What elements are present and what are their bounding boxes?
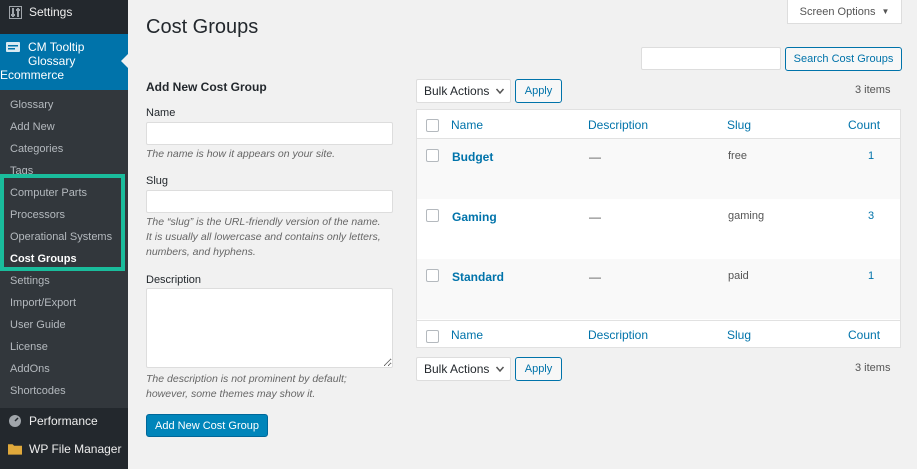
bulk-actions-value: Bulk Actions <box>424 362 490 376</box>
submenu-item-import-export[interactable]: Import/Export <box>10 297 76 309</box>
row-checkbox[interactable] <box>426 269 439 282</box>
sidebar-item-cm-tooltip-glossary[interactable]: CM Tooltip Glossary Ecommerce <box>0 34 128 90</box>
submenu-item-user-guide[interactable]: User Guide <box>10 319 66 331</box>
settings-sliders-icon <box>8 5 22 19</box>
chevron-down-icon <box>495 366 505 373</box>
name-field[interactable] <box>146 122 393 145</box>
folder-icon <box>8 442 22 456</box>
description-help-text: The description is not prominent by defa… <box>146 373 347 400</box>
name-label: Name <box>146 107 176 119</box>
bulk-actions-select-bottom[interactable]: Bulk Actions <box>416 357 511 381</box>
slug-field[interactable] <box>146 190 393 213</box>
submenu-item-addons[interactable]: AddOns <box>10 363 50 375</box>
caret-down-icon: ▼ <box>881 7 890 16</box>
row-count-link[interactable]: 1 <box>868 150 874 162</box>
select-all-checkbox-footer[interactable] <box>426 330 439 343</box>
row-description: — <box>589 150 601 164</box>
column-footer-count[interactable]: Count <box>848 328 880 342</box>
apply-button-bottom[interactable]: Apply <box>515 357 562 381</box>
sidebar-item-performance[interactable]: Performance <box>0 407 128 435</box>
sidebar-item-label: CM Tooltip Glossary <box>28 40 85 68</box>
sidebar-item-wp-file-manager[interactable]: WP File Manager <box>0 435 128 463</box>
row-slug: gaming <box>728 210 765 222</box>
table-row: Gaming — gaming 3 <box>417 199 900 259</box>
table-header: Name Description Slug Count <box>417 110 900 139</box>
items-count-bottom: 3 items <box>855 362 891 374</box>
column-header-description[interactable]: Description <box>588 118 648 132</box>
description-label: Description <box>146 274 202 286</box>
apply-button-top[interactable]: Apply <box>515 79 562 103</box>
slug-help-text: The “slug” is the URL-friendly version o… <box>146 216 381 258</box>
sidebar-item-label-line2: Ecommerce <box>0 68 65 82</box>
table-row: Budget — free 1 <box>417 139 900 199</box>
current-menu-arrow <box>121 54 128 68</box>
column-footer-description[interactable]: Description <box>588 328 648 342</box>
row-slug: paid <box>728 270 749 282</box>
row-count-link[interactable]: 1 <box>868 270 874 282</box>
search-cost-groups-button[interactable]: Search Cost Groups <box>785 47 902 71</box>
column-footer-slug[interactable]: Slug <box>727 328 751 342</box>
column-header-name[interactable]: Name <box>451 118 483 132</box>
name-help-text: The name is how it appears on your site. <box>146 148 336 160</box>
submenu-item-license[interactable]: License <box>10 341 48 353</box>
admin-sidebar: Settings CM Tooltip Glossary Ecommerce G… <box>0 0 128 469</box>
submenu-item-shortcodes[interactable]: Shortcodes <box>10 385 66 397</box>
select-all-checkbox[interactable] <box>426 119 439 132</box>
add-new-cost-group-button[interactable]: Add New Cost Group <box>146 414 268 437</box>
items-count-top: 3 items <box>855 84 891 96</box>
row-description: — <box>589 270 601 284</box>
bulk-actions-value: Bulk Actions <box>424 84 490 98</box>
sidebar-item-label: Performance <box>29 414 98 428</box>
plugin-menu-icon <box>6 41 20 52</box>
submenu-item-add-new[interactable]: Add New <box>10 121 55 133</box>
row-description: — <box>589 210 601 224</box>
bulk-actions-select-top[interactable]: Bulk Actions <box>416 79 511 103</box>
column-header-count[interactable]: Count <box>848 118 880 132</box>
submenu-item-categories[interactable]: Categories <box>10 143 63 155</box>
description-field[interactable] <box>146 288 393 368</box>
row-name-link[interactable]: Gaming <box>452 210 497 224</box>
page-title: Cost Groups <box>146 16 259 38</box>
table-row: Standard — paid 1 <box>417 259 900 319</box>
column-header-slug[interactable]: Slug <box>727 118 751 132</box>
cost-groups-table: Name Description Slug Count Budget — fre… <box>416 109 901 348</box>
column-footer-name[interactable]: Name <box>451 328 483 342</box>
table-footer: Name Description Slug Count <box>417 320 900 349</box>
search-input[interactable] <box>641 47 781 70</box>
row-name-link[interactable]: Standard <box>452 270 504 284</box>
submenu-item-settings[interactable]: Settings <box>10 275 50 287</box>
sidebar-item-label: Settings <box>29 5 73 19</box>
row-checkbox[interactable] <box>426 209 439 222</box>
screen-options-label: Screen Options <box>799 5 876 18</box>
row-slug: free <box>728 150 747 162</box>
add-form-heading: Add New Cost Group <box>146 80 267 94</box>
row-count-link[interactable]: 3 <box>868 210 874 222</box>
sidebar-item-label: WP File Manager <box>29 442 122 456</box>
performance-icon <box>8 414 22 428</box>
chevron-down-icon <box>495 88 505 95</box>
highlight-annotation-box <box>0 174 125 271</box>
row-checkbox[interactable] <box>426 149 439 162</box>
submenu-item-glossary[interactable]: Glossary <box>10 99 53 111</box>
sidebar-item-settings[interactable]: Settings <box>0 0 128 24</box>
row-name-link[interactable]: Budget <box>452 150 493 164</box>
screen-options-button[interactable]: Screen Options ▼ <box>787 0 902 24</box>
slug-label: Slug <box>146 175 169 187</box>
